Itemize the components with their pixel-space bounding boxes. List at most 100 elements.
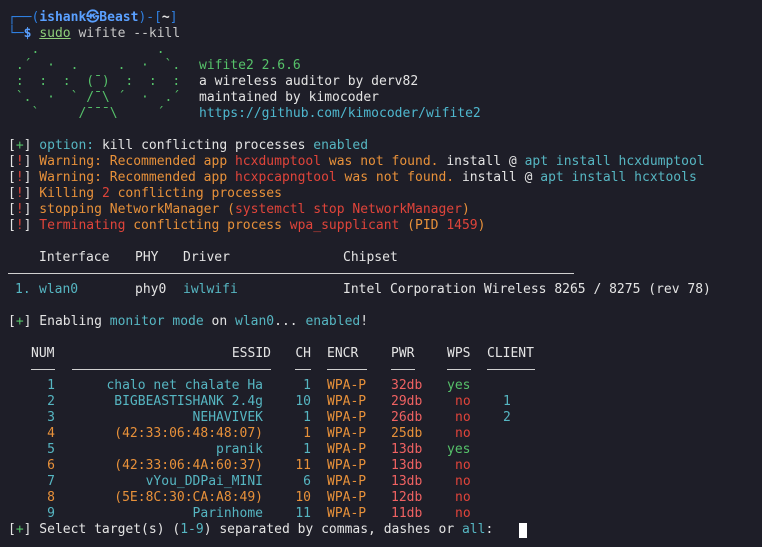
row-ch: 1 [303, 442, 311, 457]
row-essid: (42:33:06:48:48:07) [114, 426, 263, 441]
prompt-text: : [485, 522, 502, 537]
row-num: 8 [47, 490, 55, 505]
systemctl-command: systemctl stop NetworkManager [234, 202, 462, 217]
scan-row[interactable]: 6 (42:33:06:4A:60:37) 11 WPA-P 13db no [0, 458, 762, 474]
row-encr: WPA-P [327, 426, 367, 441]
message-text: stopping NetworkManager ( [31, 202, 235, 217]
row-pwr: 13db [391, 458, 423, 473]
row-client: 2 [503, 410, 511, 425]
prompt-line-top: ┌──(ishank㉿Beast)-[~] [8, 10, 178, 26]
scan-underline-num [31, 369, 55, 370]
iface-row-index: 1. [15, 282, 31, 297]
prompt-dollar: $ [23, 26, 40, 41]
bracket-open: [ [8, 522, 16, 537]
prompt-text: ) separated by commas, dashes or [203, 522, 462, 537]
monitor-interface: wlan0 [235, 314, 275, 329]
text-cursor[interactable] [519, 523, 527, 538]
row-num: 9 [47, 506, 55, 521]
row-num: 1 [47, 378, 55, 393]
plus-mark: + [15, 522, 24, 537]
option-value: enabled [305, 138, 369, 153]
row-ch: 11 [295, 458, 311, 473]
warning-mark: ! [15, 186, 24, 201]
plus-mark: + [15, 314, 24, 329]
banner-art-line-4: `. · ` /¯\ ´ · .´ [8, 90, 181, 105]
install-label: install @ [461, 170, 541, 185]
bracket-open: [ [8, 170, 16, 185]
row-essid: (42:33:06:4A:60:37) [114, 458, 263, 473]
message-text: ... [274, 314, 306, 329]
scan-underline-pwr [391, 369, 415, 370]
install-label: install @ [446, 154, 525, 169]
prompt-corner: ┌──( [8, 10, 40, 25]
row-encr: WPA-P [327, 474, 367, 489]
monitor-mode-label: monitor mode [109, 314, 204, 329]
install-command: apt install hcxdumptool [524, 154, 705, 169]
row-pwr: 29db [391, 394, 423, 409]
option-name: kill conflicting processes [101, 138, 306, 153]
scan-row[interactable]: 1 chalo net chalate Ha 1 WPA-P 32db yes [0, 378, 762, 394]
row-pwr: 13db [391, 474, 423, 489]
scan-underline-essid [72, 369, 271, 370]
row-ch: 10 [295, 490, 311, 505]
row-ch: 6 [303, 474, 311, 489]
message-text: ) [477, 218, 486, 233]
row-wps: no [455, 506, 471, 521]
scan-row[interactable]: 4 (42:33:06:48:48:07) 1 WPA-P 25db no [0, 426, 762, 442]
message-text: conflicting processes [109, 186, 282, 201]
app-url-link[interactable]: https://github.com/kimocoder/wifite2 [199, 106, 481, 122]
process-name: wpa_supplicant [289, 218, 400, 233]
target-range: 1-9 [180, 522, 204, 537]
row-pwr: 13db [391, 442, 423, 457]
app-name: hcxpcapngtool [234, 170, 337, 185]
row-num: 2 [47, 394, 55, 409]
row-pwr: 12db [391, 490, 423, 505]
row-encr: WPA-P [327, 394, 367, 409]
scan-row[interactable]: 7 vYou_DDPai_MINI 6 WPA-P 13db no [0, 474, 762, 490]
scan-row[interactable]: 3 NEHAVIVEK 1 WPA-P 26db no 2 [0, 410, 762, 426]
warning-mark: ! [15, 218, 24, 233]
select-target-prompt: [+] Select target(s) (1-9) separated by … [8, 522, 501, 538]
row-num: 5 [47, 442, 55, 457]
app-name: hcxdumptool [234, 154, 322, 169]
scan-underline-ch [295, 369, 311, 370]
row-wps: no [455, 394, 471, 409]
scan-underline-client [487, 369, 535, 370]
message-text: Killing [31, 186, 102, 201]
all-option: all [461, 522, 486, 537]
process-count: 2 [101, 186, 110, 201]
row-ch: 10 [295, 394, 311, 409]
message-text: conflicting process [125, 218, 290, 233]
banner-art-line-3: : : : (¯) : : : [8, 74, 181, 89]
terminal-window[interactable]: ┌──(ishank㉿Beast)-[~] └─$ sudo wifite --… [0, 0, 762, 547]
prompt-sep: )-[ [138, 10, 162, 25]
scan-row[interactable]: 8 (5E:8C:30:CA:A8:49) 10 WPA-P 12db no [0, 490, 762, 506]
row-essid: pranik [216, 442, 263, 457]
row-essid: Parinhome [192, 506, 263, 521]
row-wps: no [455, 458, 471, 473]
row-encr: WPA-P [327, 458, 367, 473]
scan-row[interactable]: 5 pranik 1 WPA-P 13db yes [0, 442, 762, 458]
message-terminating: [!] Terminating conflicting process wpa_… [8, 218, 485, 234]
row-pwr: 32db [391, 378, 423, 393]
bracket-open: [ [8, 138, 16, 153]
row-wps: yes [447, 378, 471, 393]
warning-mark: ! [15, 154, 24, 169]
command-sudo: sudo [39, 26, 71, 41]
prompt-host: Beast [99, 10, 139, 25]
scan-row[interactable]: 9 Parinhome 11 WPA-P 11db no [0, 506, 762, 522]
warning-text: Warning: Recommended app [31, 154, 235, 169]
iface-row-driver: iwlwifi [183, 282, 238, 297]
iface-row-interface: wlan0 [39, 282, 79, 297]
iface-header-chipset: Chipset [343, 250, 398, 265]
scan-header-essid: ESSID [231, 346, 271, 361]
row-pwr: 25db [391, 426, 423, 441]
prompt-close: ] [169, 10, 178, 25]
scan-row[interactable]: 2 BIGBEASTISHANK 2.4g 10 WPA-P 29db no 1 [0, 394, 762, 410]
row-num: 7 [47, 474, 55, 489]
scan-header-client: CLIENT [487, 346, 534, 361]
warning-text: was not found. [336, 170, 462, 185]
row-client: 1 [503, 394, 511, 409]
terminating-label: Terminating [31, 218, 126, 233]
bracket-open: [ [8, 218, 16, 233]
